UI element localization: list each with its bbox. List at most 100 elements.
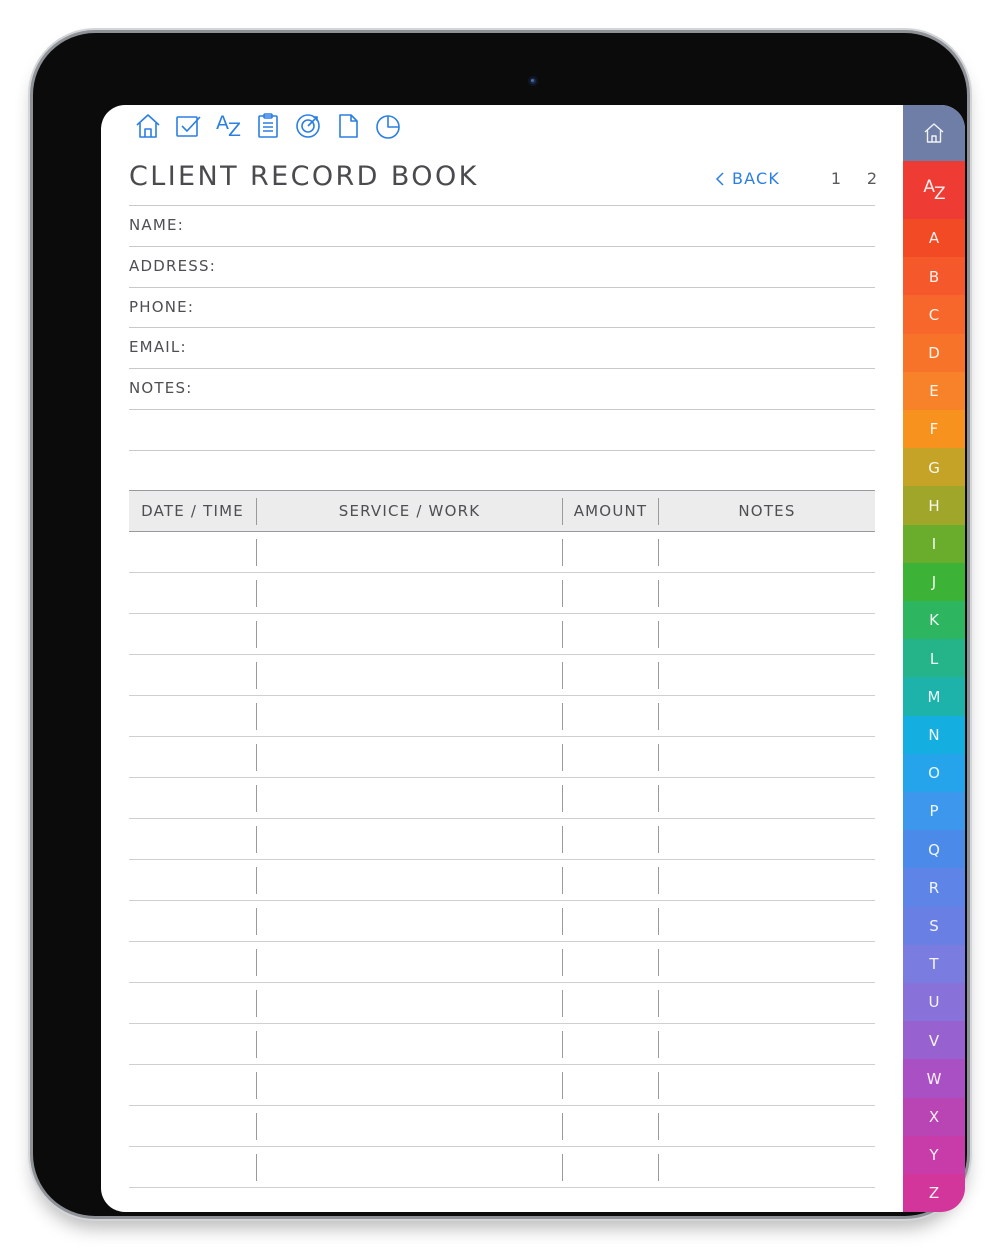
tab-letter-a[interactable]: A (903, 219, 965, 258)
nav-reports-button[interactable] (373, 111, 403, 141)
nav-az-index-button[interactable]: AZ (213, 111, 243, 141)
table-row[interactable] (129, 778, 875, 819)
tab-letter-y[interactable]: Y (903, 1135, 965, 1175)
cell-divider (256, 908, 257, 935)
table-row[interactable] (129, 860, 875, 901)
tab-letter-n[interactable]: N (903, 715, 965, 755)
tab-letter-g[interactable]: G (903, 448, 965, 487)
cell-divider (658, 785, 659, 812)
table-row[interactable] (129, 737, 875, 778)
tab-letter-d[interactable]: D (903, 333, 965, 373)
field-underline (129, 368, 875, 370)
tab-letter-m[interactable]: M (903, 677, 965, 717)
tab-az-index[interactable]: AZ (903, 161, 965, 219)
page-2-link[interactable]: 2 (854, 169, 890, 188)
cell-divider (562, 867, 563, 894)
table-row[interactable] (129, 532, 875, 573)
page-title: CLIENT RECORD BOOK (129, 161, 479, 192)
cell-divider (658, 662, 659, 689)
tab-letter-e[interactable]: E (903, 371, 965, 411)
chevron-left-icon (715, 171, 724, 186)
field-label[interactable]: NOTES: (129, 379, 192, 397)
table-row[interactable] (129, 1147, 875, 1188)
cell-divider (658, 867, 659, 894)
table-row[interactable] (129, 655, 875, 696)
tab-letter-q[interactable]: Q (903, 830, 965, 869)
tab-letter-x[interactable]: X (903, 1097, 965, 1137)
nav-goals-button[interactable] (293, 111, 323, 141)
az-sort-icon: AZ (923, 176, 945, 204)
back-label: BACK (732, 169, 781, 188)
nav-home-button[interactable] (133, 111, 163, 141)
field-label[interactable]: NAME: (129, 216, 184, 234)
pie-chart-icon (376, 115, 400, 139)
nav-tasks-button[interactable] (173, 111, 203, 141)
tab-letter-z[interactable]: Z (903, 1174, 965, 1212)
table-row[interactable] (129, 901, 875, 942)
tab-letter-o[interactable]: O (903, 753, 965, 793)
tab-letter-c[interactable]: C (903, 295, 965, 335)
cell-divider (256, 662, 257, 689)
service-log-table: DATE / TIME SERVICE / WORK AMOUNT NOTES (129, 490, 875, 1188)
alphabet-tab-strip: AZ A B C D E F G H I J K L M N O P Q R S T U V W X Y Z (903, 105, 965, 1212)
tab-letter-l[interactable]: L (903, 639, 965, 678)
tab-letter-w[interactable]: W (903, 1059, 965, 1099)
cell-divider (256, 867, 257, 894)
cell-divider (256, 1113, 257, 1140)
field-label[interactable]: EMAIL: (129, 338, 187, 356)
nav-list-button[interactable] (253, 111, 283, 141)
table-row[interactable] (129, 1106, 875, 1147)
tab-home[interactable] (903, 105, 965, 161)
table-row[interactable] (129, 614, 875, 655)
cell-divider (562, 908, 563, 935)
cell-divider (658, 744, 659, 771)
table-row[interactable] (129, 942, 875, 983)
back-button[interactable]: BACK (714, 169, 780, 188)
table-row[interactable] (129, 1065, 875, 1106)
cell-divider (658, 826, 659, 853)
cell-divider (562, 703, 563, 730)
screen: AZ CLIENT RECORD BOOK BACK 1 2 NAME: ADD… (101, 105, 965, 1212)
cell-divider (658, 990, 659, 1017)
field-label[interactable]: ADDRESS: (129, 257, 216, 275)
tab-letter-r[interactable]: R (903, 868, 965, 908)
tab-letter-s[interactable]: S (903, 906, 965, 946)
table-header: DATE / TIME SERVICE / WORK AMOUNT NOTES (129, 490, 875, 532)
cell-divider (562, 949, 563, 976)
cell-divider (658, 1031, 659, 1058)
home-icon (924, 123, 944, 143)
cell-divider (256, 539, 257, 566)
tab-letter-v[interactable]: V (903, 1021, 965, 1060)
table-row[interactable] (129, 573, 875, 614)
az-sort-icon: AZ (215, 111, 241, 141)
tab-letter-k[interactable]: K (903, 601, 965, 640)
tab-letter-h[interactable]: H (903, 486, 965, 526)
tab-letter-f[interactable]: F (903, 410, 965, 449)
table-row[interactable] (129, 983, 875, 1024)
nav-notes-button[interactable] (333, 111, 363, 141)
tab-letter-u[interactable]: U (903, 983, 965, 1022)
cell-divider (256, 580, 257, 607)
cell-divider (562, 990, 563, 1017)
table-row[interactable] (129, 1024, 875, 1065)
tab-letter-t[interactable]: T (903, 944, 965, 984)
table-row[interactable] (129, 696, 875, 737)
title-divider (129, 205, 875, 206)
table-row[interactable] (129, 819, 875, 860)
cell-divider (658, 621, 659, 648)
tab-letter-i[interactable]: I (903, 524, 965, 564)
cell-divider (562, 785, 563, 812)
tab-letter-b[interactable]: B (903, 257, 965, 296)
field-label[interactable]: PHONE: (129, 298, 194, 316)
cell-divider (562, 1072, 563, 1099)
tablet-frame: AZ CLIENT RECORD BOOK BACK 1 2 NAME: ADD… (33, 33, 967, 1216)
page-1-link[interactable]: 1 (818, 169, 854, 188)
tab-letter-j[interactable]: J (903, 562, 965, 602)
cell-divider (658, 703, 659, 730)
page-switcher: 1 2 (818, 169, 890, 188)
cell-divider (256, 1072, 257, 1099)
document-icon (339, 114, 358, 138)
tab-letter-p[interactable]: P (903, 792, 965, 831)
cell-divider (562, 744, 563, 771)
cell-divider (562, 826, 563, 853)
